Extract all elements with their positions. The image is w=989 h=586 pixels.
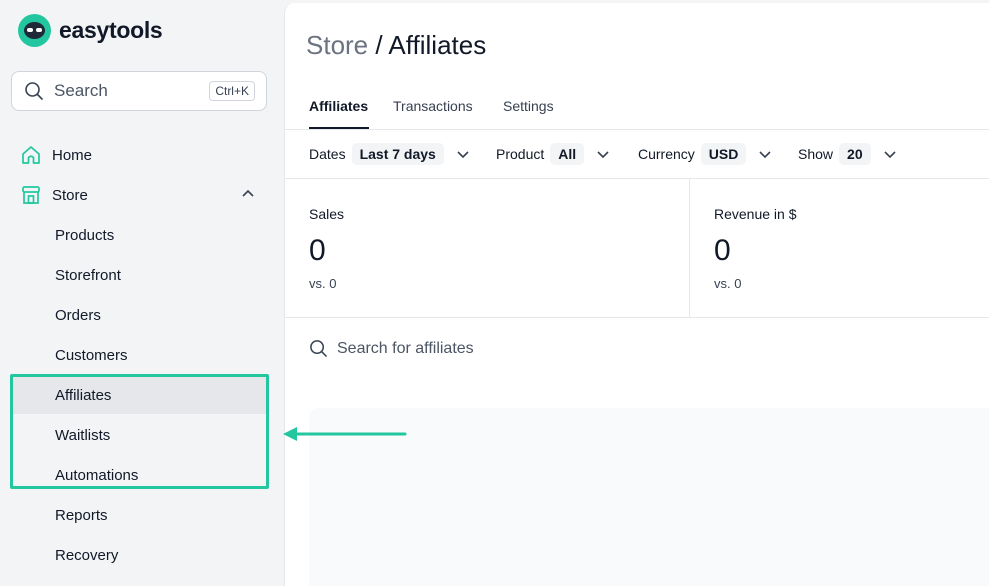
affiliate-search-input[interactable]: Search for affiliates bbox=[309, 339, 474, 358]
affiliates-content-area bbox=[309, 408, 989, 586]
stat-value-sales: 0 bbox=[309, 234, 326, 267]
chevron-down-icon[interactable] bbox=[883, 149, 897, 159]
main-panel: Store / Affiliates Affiliates Transactio… bbox=[284, 3, 989, 586]
page-title: Store / Affiliates bbox=[306, 30, 486, 61]
chevron-up-icon[interactable] bbox=[241, 188, 255, 198]
tab-bar: Affiliates Transactions Settings bbox=[285, 89, 989, 130]
stats-row: Sales 0 vs. 0 Revenue in $ 0 vs. 0 bbox=[285, 179, 989, 318]
sloth-logo-icon bbox=[18, 14, 51, 47]
filter-value[interactable]: Last 7 days bbox=[351, 143, 444, 165]
sidebar-item-storefront[interactable]: Storefront bbox=[11, 256, 267, 294]
store-icon bbox=[22, 186, 40, 204]
tab-settings[interactable]: Settings bbox=[503, 98, 554, 114]
breadcrumb-separator: / bbox=[375, 30, 383, 60]
filter-value[interactable]: All bbox=[550, 143, 585, 165]
filter-label: Product bbox=[496, 146, 545, 162]
sidebar-item-orders[interactable]: Orders bbox=[11, 296, 267, 334]
active-tab-indicator bbox=[309, 127, 369, 129]
stat-comparison-sales: vs. 0 bbox=[309, 276, 337, 291]
sidebar-item-store[interactable]: Store bbox=[20, 184, 255, 206]
breadcrumb-current: Affiliates bbox=[388, 30, 487, 60]
sidebar-item-affiliates[interactable]: Affiliates bbox=[11, 376, 267, 414]
filter-show[interactable]: Show 20 bbox=[798, 143, 897, 165]
filter-label: Dates bbox=[309, 146, 346, 162]
search-placeholder: Search bbox=[54, 81, 108, 100]
filter-currency[interactable]: Currency USD bbox=[638, 143, 772, 165]
stat-value-revenue: 0 bbox=[714, 234, 731, 267]
tab-affiliates[interactable]: Affiliates bbox=[309, 98, 368, 114]
sidebar-item-home[interactable]: Home bbox=[20, 144, 92, 166]
stat-comparison-revenue: vs. 0 bbox=[714, 276, 742, 291]
tab-transactions[interactable]: Transactions bbox=[393, 98, 473, 114]
arrow-left-icon bbox=[283, 427, 407, 441]
chevron-down-icon[interactable] bbox=[758, 149, 772, 159]
filter-label: Show bbox=[798, 146, 834, 162]
sidebar-item-label: Store bbox=[52, 186, 88, 204]
sidebar: easytools Search Ctrl+K Home Store Produ… bbox=[0, 0, 284, 586]
affiliate-search-placeholder: Search for affiliates bbox=[337, 339, 474, 357]
filter-value[interactable]: USD bbox=[700, 143, 747, 165]
search-shortcut-badge: Ctrl+K bbox=[209, 81, 255, 101]
brand[interactable]: easytools bbox=[18, 14, 163, 47]
stat-label-revenue: Revenue in $ bbox=[714, 206, 797, 222]
brand-name: easytools bbox=[59, 17, 163, 43]
filter-product[interactable]: Product All bbox=[496, 143, 610, 165]
chevron-down-icon[interactable] bbox=[596, 149, 610, 159]
search-input[interactable]: Search Ctrl+K bbox=[11, 71, 267, 111]
chevron-down-icon[interactable] bbox=[456, 149, 470, 159]
filter-bar: Dates Last 7 days Product All Currency U… bbox=[285, 130, 989, 179]
sidebar-item-automations[interactable]: Automations bbox=[11, 456, 267, 494]
home-icon bbox=[22, 146, 40, 164]
filter-dates[interactable]: Dates Last 7 days bbox=[309, 143, 470, 165]
stat-label-sales: Sales bbox=[309, 206, 345, 222]
search-icon bbox=[25, 82, 43, 100]
sidebar-item-customers[interactable]: Customers bbox=[11, 336, 267, 374]
search-icon bbox=[310, 340, 327, 357]
filter-value[interactable]: 20 bbox=[839, 143, 871, 165]
sidebar-item-label: Home bbox=[52, 146, 93, 164]
sidebar-item-reports[interactable]: Reports bbox=[11, 496, 267, 534]
breadcrumb-store[interactable]: Store bbox=[306, 30, 368, 60]
sidebar-item-waitlists[interactable]: Waitlists bbox=[11, 416, 267, 454]
stat-divider bbox=[689, 179, 690, 318]
filter-label: Currency bbox=[638, 146, 695, 162]
sidebar-item-products[interactable]: Products bbox=[11, 216, 267, 254]
sidebar-item-recovery[interactable]: Recovery bbox=[11, 536, 267, 574]
